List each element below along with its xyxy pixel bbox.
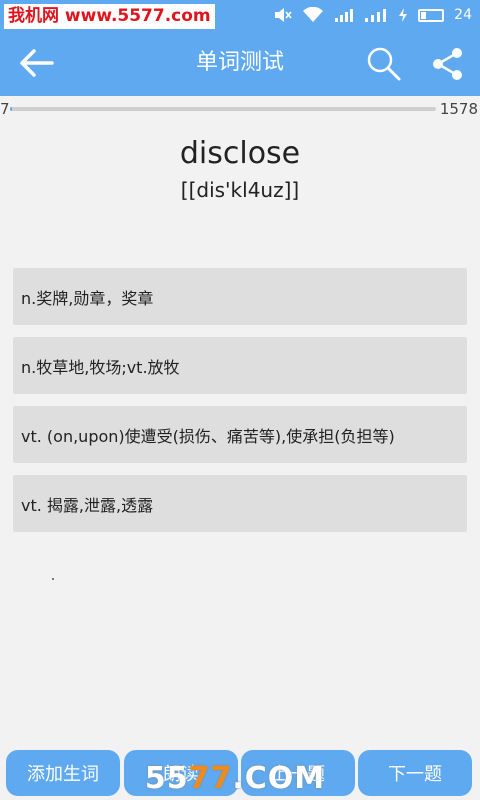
battery-icon <box>418 8 445 22</box>
progress-total: 1578 <box>439 100 478 118</box>
answer-option-3[interactable]: vt. (on,upon)使遭受(损伤、痛苦等),使承担(负担等) <box>13 406 467 463</box>
battery-level: 24 <box>454 7 472 23</box>
back-arrow-icon <box>20 49 54 77</box>
charging-icon <box>399 8 408 22</box>
back-button[interactable] <box>14 44 58 82</box>
add-word-button[interactable]: 添加生词 <box>6 750 120 796</box>
app-bar: 单词测试 <box>0 30 480 96</box>
next-question-button[interactable]: 下一题 <box>358 750 472 796</box>
status-bar: 我机网 www.5577.com 24 <box>0 0 480 30</box>
watermark-prefix: 55 <box>144 760 189 796</box>
page-title: 单词测试 <box>195 50 284 75</box>
answer-option-4[interactable]: vt. 揭露,泄露,透露 <box>13 475 467 532</box>
search-button[interactable] <box>364 44 404 84</box>
search-icon <box>367 47 401 81</box>
progress-bar <box>10 107 436 111</box>
watermark-banner: 我机网 www.5577.com <box>4 4 215 29</box>
share-button[interactable] <box>428 44 468 84</box>
watermark-accent: 77 <box>188 760 233 796</box>
question-phonetic: [[dis'kl4uz]] <box>180 178 300 202</box>
question-word: disclose <box>179 136 301 171</box>
progress-current: 7 <box>0 100 10 118</box>
signal-icon <box>365 9 387 22</box>
decorative-dot <box>52 578 54 580</box>
answer-option-1[interactable]: n.奖牌,勋章，奖章 <box>13 268 467 325</box>
share-icon <box>433 48 462 80</box>
bottom-watermark: 55 77 .COM <box>145 756 324 800</box>
mute-icon <box>275 8 292 22</box>
progress-fill <box>10 107 12 111</box>
answer-option-2[interactable]: n.牧草地,牧场;vt.放牧 <box>13 337 467 394</box>
signal-4g-icon <box>335 9 354 22</box>
status-icons: 24 <box>274 4 472 26</box>
watermark-suffix: .COM <box>232 760 326 796</box>
wifi-icon <box>303 7 324 22</box>
